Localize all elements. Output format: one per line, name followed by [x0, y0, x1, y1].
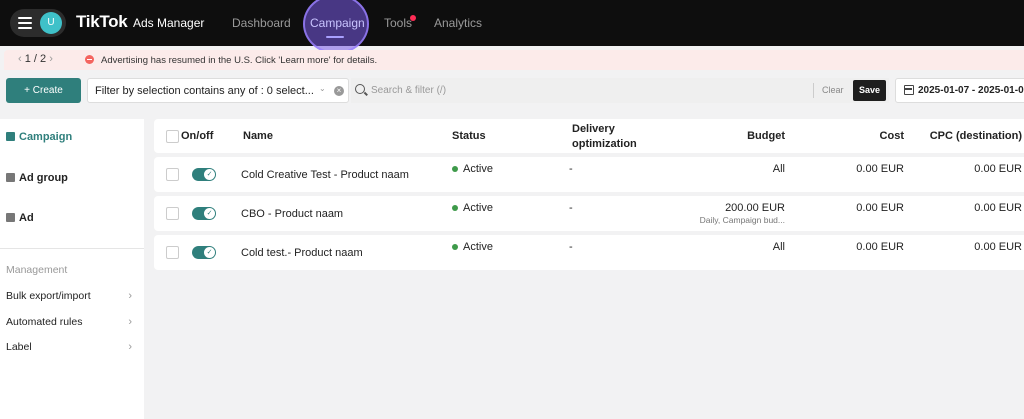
table-row[interactable]: Cold Creative Test - Product naam Active… [154, 157, 1024, 192]
delivery-value: - [569, 163, 573, 175]
search-input[interactable]: Search & filter (/) [371, 85, 446, 96]
sidebar-item-label: Ad group [19, 172, 68, 184]
notice-banner: ‹ 1 / 2 › Advertising has resumed in the… [4, 50, 1024, 70]
column-delivery-line1: Delivery [572, 123, 615, 135]
document-icon [6, 213, 15, 222]
chevron-right-icon[interactable]: › [49, 53, 53, 65]
sidebar: Campaign Ad group Ad Management Bulk exp… [0, 119, 144, 419]
budget-value: All [772, 241, 785, 253]
campaign-name[interactable]: Cold test.- Product naam [241, 247, 363, 259]
cost-value: 0.00 EUR [856, 241, 904, 253]
column-status[interactable]: Status [452, 130, 486, 142]
active-nav-underline [326, 36, 344, 38]
cpc-value: 0.00 EUR [974, 241, 1022, 253]
calendar-icon [904, 85, 914, 95]
filter-select[interactable]: Filter by selection contains any of : 0 … [87, 78, 349, 103]
save-button[interactable]: Save [853, 80, 886, 101]
column-delivery-optimization[interactable]: Delivery optimization [572, 123, 637, 150]
row-checkbox[interactable] [166, 246, 179, 259]
row-checkbox[interactable] [166, 168, 179, 181]
sidebar-item-campaign[interactable]: Campaign [6, 131, 72, 143]
sidebar-item-ad[interactable]: Ad [6, 212, 34, 224]
top-navigation-bar: U TikTok Ads Manager Dashboard Campaign … [0, 0, 1024, 54]
cost-value: 0.00 EUR [856, 202, 904, 214]
cpc-value: 0.00 EUR [974, 202, 1022, 214]
column-delivery-line2: optimization [572, 138, 637, 150]
sidebar-link-bulk-export[interactable]: Bulk export/import › [6, 290, 132, 302]
folder-icon [6, 132, 15, 141]
search-icon [355, 84, 365, 94]
document-icon [6, 173, 15, 182]
campaign-name[interactable]: Cold Creative Test - Product naam [241, 169, 409, 181]
sidebar-item-label: Ad [19, 212, 34, 224]
nav-campaign[interactable]: Campaign [310, 16, 365, 30]
on-off-toggle[interactable] [192, 207, 216, 220]
notice-text[interactable]: Advertising has resumed in the U.S. Clic… [101, 55, 377, 66]
on-off-toggle[interactable] [192, 246, 216, 259]
select-all-checkbox[interactable] [166, 130, 179, 143]
menu-account-pill[interactable]: U [10, 9, 66, 37]
chevron-down-icon[interactable]: ⌄ [319, 84, 326, 93]
sidebar-link-label: Label [6, 341, 32, 353]
row-checkbox[interactable] [166, 207, 179, 220]
create-button[interactable]: + Create [6, 78, 81, 103]
filter-select-text: Filter by selection contains any of : 0 … [95, 85, 314, 97]
sidebar-item-ad-group[interactable]: Ad group [6, 172, 68, 184]
clear-filter-icon[interactable]: × [334, 86, 344, 96]
sidebar-item-label: Campaign [19, 131, 73, 143]
sidebar-link-label: Bulk export/import [6, 290, 91, 302]
status-value: Active [463, 202, 493, 214]
status-dot-icon [452, 166, 458, 172]
cpc-value: 0.00 EUR [974, 163, 1022, 175]
column-cost[interactable]: Cost [880, 130, 904, 142]
notice-page-count: 1 / 2 [24, 53, 47, 65]
budget-value: 200.00 EUR [725, 202, 785, 214]
notification-dot-icon [410, 15, 416, 21]
search-filter-bar[interactable]: Search & filter (/) Clear Save [351, 78, 889, 103]
on-off-toggle[interactable] [192, 168, 216, 181]
chevron-right-icon: › [128, 341, 132, 353]
table-row[interactable]: CBO - Product naam Active - 200.00 EUR D… [154, 196, 1024, 231]
sidebar-link-label: Automated rules [6, 316, 83, 328]
sidebar-link-label-item[interactable]: Label › [6, 341, 132, 353]
divider [813, 83, 814, 98]
nav-tools[interactable]: Tools [384, 16, 412, 30]
clear-button[interactable]: Clear [822, 85, 844, 95]
tiktok-logo[interactable]: TikTok [76, 12, 128, 32]
management-heading: Management [6, 264, 68, 276]
ads-manager-label: Ads Manager [133, 16, 205, 30]
delivery-value: - [569, 202, 573, 214]
column-onoff[interactable]: On/off [181, 130, 213, 142]
table-header: On/off Name Status Delivery optimization… [154, 119, 1024, 153]
chevron-left-icon[interactable]: ‹ [18, 53, 22, 65]
budget-value: All [772, 163, 785, 175]
status-value: Active [463, 163, 493, 175]
chevron-right-icon: › [128, 316, 132, 328]
alert-icon [85, 55, 94, 64]
campaign-name[interactable]: CBO - Product naam [241, 208, 343, 220]
date-range-picker[interactable]: 2025-01-07 - 2025-01-0 [895, 78, 1024, 103]
status-dot-icon [452, 244, 458, 250]
status-value: Active [463, 241, 493, 253]
budget-subtext: Daily, Campaign bud... [699, 215, 785, 225]
date-range-text: 2025-01-07 - 2025-01-0 [918, 85, 1024, 96]
notice-pager: ‹ 1 / 2 › [18, 53, 53, 65]
delivery-value: - [569, 241, 573, 253]
table-row[interactable]: Cold test.- Product naam Active - All 0.… [154, 235, 1024, 270]
user-avatar[interactable]: U [40, 12, 62, 34]
nav-analytics[interactable]: Analytics [434, 16, 482, 30]
column-cpc-destination[interactable]: CPC (destination) [930, 130, 1022, 142]
column-budget[interactable]: Budget [747, 130, 785, 142]
sidebar-divider [0, 248, 144, 249]
cost-value: 0.00 EUR [856, 163, 904, 175]
hamburger-menu-icon[interactable] [18, 17, 32, 29]
nav-dashboard[interactable]: Dashboard [232, 16, 291, 30]
status-dot-icon [452, 205, 458, 211]
column-name[interactable]: Name [243, 130, 273, 142]
sidebar-link-automated-rules[interactable]: Automated rules › [6, 316, 132, 328]
chevron-right-icon: › [128, 290, 132, 302]
